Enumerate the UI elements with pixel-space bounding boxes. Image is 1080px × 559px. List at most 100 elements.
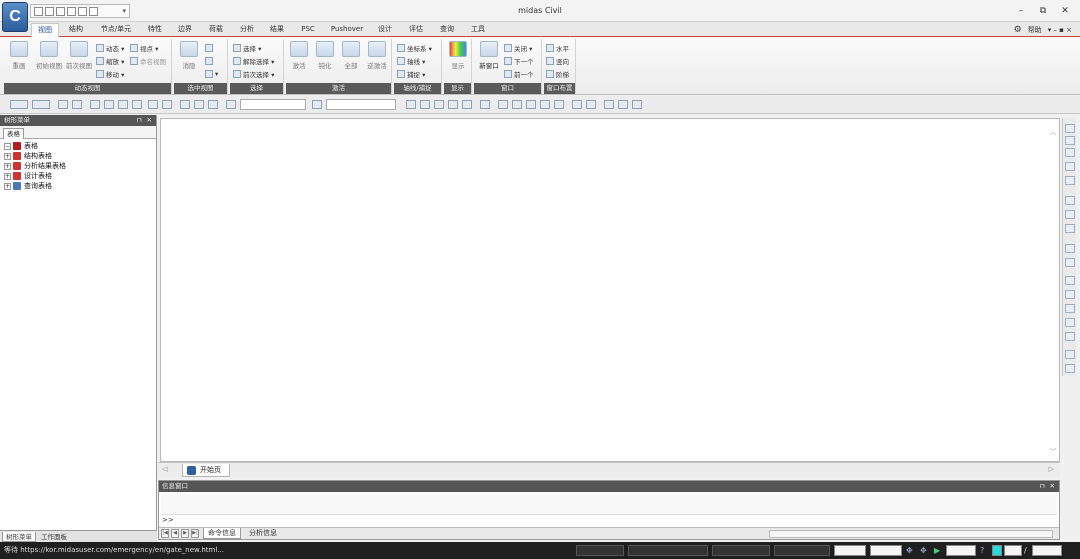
display-button[interactable]: 显示 — [445, 41, 471, 70]
next-tab-icon[interactable]: ▶ — [181, 529, 189, 538]
dynamic-button[interactable]: 动态 ▾ — [96, 42, 124, 53]
status-input[interactable] — [1004, 545, 1022, 556]
view-tool-icon[interactable] — [1065, 136, 1075, 145]
tab-scroll-left-icon[interactable]: ◁ — [162, 465, 167, 473]
zoom-fit-icon[interactable] — [1065, 176, 1075, 185]
select-view-tool-1[interactable] — [205, 42, 213, 53]
named-view-button[interactable]: 命名视图 — [130, 55, 166, 66]
tab-psc[interactable]: PSC — [295, 23, 321, 37]
toolbar-combo-2[interactable] — [326, 99, 396, 110]
toolbar-tool-icon[interactable] — [180, 100, 190, 109]
close-window-button[interactable]: 关闭 ▾ — [504, 42, 532, 53]
toolbar-tool-icon[interactable] — [194, 100, 204, 109]
toolbar-tool-icon[interactable] — [148, 100, 158, 109]
tile-vertical-button[interactable]: 竖向 — [546, 55, 569, 66]
lock-icon[interactable] — [618, 100, 628, 109]
close-button[interactable]: ✕ — [1056, 4, 1074, 18]
toolbar-tool-icon[interactable] — [498, 100, 508, 109]
toolbar-tool-icon[interactable] — [512, 100, 522, 109]
tree-node-analysis-result-tables[interactable]: + 分析结果表格 — [0, 161, 156, 171]
cascade-button[interactable]: 阶梯 — [546, 68, 569, 79]
view-front-icon[interactable] — [1065, 244, 1075, 253]
cursor-icon[interactable] — [226, 100, 236, 109]
toolbar-tool-icon[interactable] — [572, 100, 582, 109]
toolbar-tool-icon[interactable] — [526, 100, 536, 109]
redraw-button[interactable]: 重画 — [6, 41, 32, 70]
close-icon[interactable]: ✕ — [1050, 481, 1055, 492]
zoom-window-icon[interactable] — [1065, 196, 1075, 205]
tab-work-panel[interactable]: 工作面板 — [38, 532, 70, 542]
toolbar-tool-icon[interactable] — [72, 100, 82, 109]
pan-button[interactable]: 移动 ▾ — [96, 68, 124, 79]
help-button[interactable]: 帮助 — [1028, 25, 1042, 35]
select-view-tool-3[interactable]: ▾ — [205, 68, 218, 79]
activate-button[interactable]: 激活 — [286, 41, 312, 70]
display-option-icon[interactable] — [1065, 364, 1075, 373]
toolbar-tool-icon[interactable] — [162, 100, 172, 109]
toolbar-tool-icon[interactable] — [420, 100, 430, 109]
tab-view[interactable]: 视图 — [31, 23, 59, 37]
toolbar-tool-icon[interactable] — [104, 100, 114, 109]
tab-boundary[interactable]: 边界 — [172, 23, 198, 37]
toolbar-tool-icon[interactable] — [540, 100, 550, 109]
toolbar-tool-icon[interactable] — [90, 100, 100, 109]
toolbar-tool-icon[interactable] — [434, 100, 444, 109]
command-prompt[interactable]: >> — [159, 515, 1059, 525]
pin-icon[interactable]: ⊓ — [1040, 481, 1045, 492]
previous-view-button[interactable]: 前次视图 — [64, 41, 94, 70]
app-logo-icon[interactable]: C — [2, 2, 28, 32]
toolbar-tool-icon[interactable] — [480, 100, 490, 109]
snap-button[interactable]: 捕捉 ▾ — [397, 68, 425, 79]
view-back-icon[interactable] — [1065, 332, 1075, 341]
tab-scroll-right-icon[interactable]: ▷ — [1049, 465, 1054, 473]
prev-tab-icon[interactable]: ◀ — [171, 529, 179, 538]
tab-tree-menu[interactable]: 树形菜单 — [2, 532, 36, 542]
hidden-button[interactable]: 消隐 — [176, 41, 202, 70]
vertical-scrollbar[interactable]: ︿ ﹀ — [1049, 123, 1057, 459]
toolbar-combo-1[interactable] — [240, 99, 306, 110]
close-icon[interactable]: ✕ — [147, 115, 152, 126]
minimize-button[interactable]: – — [1012, 4, 1030, 18]
previous-select-button[interactable]: 前次选择 ▾ — [233, 68, 274, 79]
toolbar-tool-icon[interactable] — [132, 100, 142, 109]
tab-tools[interactable]: 工具 — [465, 23, 491, 37]
toolbar-tool-icon[interactable] — [462, 100, 472, 109]
expand-icon[interactable]: + — [4, 162, 11, 170]
zoom-in-icon[interactable] — [1065, 148, 1075, 157]
arrow-left-icon[interactable] — [10, 100, 28, 109]
scroll-up-icon[interactable]: ︿ — [1049, 127, 1057, 137]
horizontal-scrollbar[interactable] — [769, 530, 1053, 538]
tab-analysis[interactable]: 分析 — [234, 23, 260, 37]
viewpoint-button[interactable]: 视点 ▾ — [130, 42, 158, 53]
tab-properties[interactable]: 特性 — [142, 23, 168, 37]
pan-icon[interactable] — [1065, 224, 1075, 233]
tab-command-info[interactable]: 命令信息 — [203, 528, 241, 539]
restore-button[interactable]: ⧉ — [1034, 4, 1052, 18]
help-icon[interactable]: ? — [980, 542, 984, 559]
snap-toggle-icon[interactable]: ✥ — [906, 542, 913, 559]
new-window-button[interactable]: 新窗口 — [476, 41, 502, 70]
expand-icon[interactable]: + — [4, 152, 11, 160]
arrow-right-icon[interactable] — [32, 100, 50, 109]
unselect-button[interactable]: 解除选择 ▾ — [233, 55, 274, 66]
select-button[interactable]: 选择 ▾ — [233, 42, 261, 53]
tree-node-structure-tables[interactable]: + 结构表格 — [0, 151, 156, 161]
toolbar-tool-icon[interactable] — [208, 100, 218, 109]
initial-view-button[interactable]: 初始视图 — [34, 41, 64, 70]
toolbar-tool-icon[interactable] — [554, 100, 564, 109]
view-bottom-icon[interactable] — [1065, 318, 1075, 327]
model-viewport[interactable]: ︿ ﹀ — [160, 118, 1060, 462]
tree-node-design-tables[interactable]: + 设计表格 — [0, 171, 156, 181]
previous-window-button[interactable]: 前一个 — [504, 68, 534, 79]
display-option-icon[interactable] — [1065, 350, 1075, 359]
coordinate-system-button[interactable]: 坐标系 ▾ — [397, 42, 432, 53]
tab-start-page[interactable]: 开始页 — [182, 464, 230, 477]
toolbar-tool-icon[interactable] — [604, 100, 614, 109]
zoom-out-icon[interactable] — [1065, 162, 1075, 171]
tab-pushover[interactable]: Pushover — [327, 23, 367, 37]
select-view-tool-2[interactable] — [205, 55, 213, 66]
all-button[interactable]: 全部 — [338, 41, 364, 70]
view-right-icon[interactable] — [1065, 304, 1075, 313]
tab-structure[interactable]: 结构 — [63, 23, 89, 37]
status-combo[interactable] — [834, 545, 866, 556]
